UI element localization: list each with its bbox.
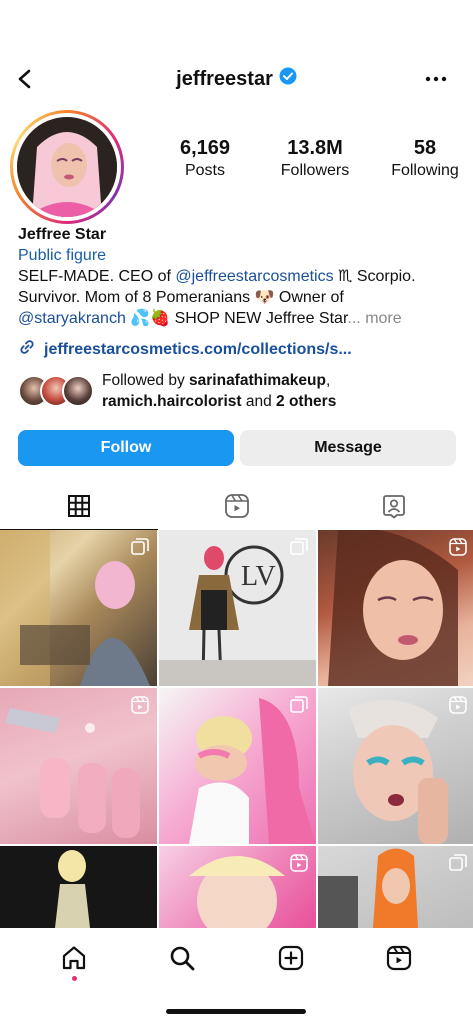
carousel-icon (290, 696, 308, 714)
tagged-icon (381, 493, 407, 524)
carousel-icon (131, 538, 149, 556)
bio-line-3: @staryakranch 💦🍓 SHOP NEW Jeffree Star..… (18, 310, 402, 327)
reels-icon (449, 538, 467, 556)
nav-reels[interactable] (369, 935, 429, 985)
reels-icon (449, 696, 467, 714)
post-thumbnail[interactable] (159, 846, 316, 928)
followed-by[interactable]: Followed by sarinafathimakeup, ramich.hai… (18, 370, 458, 412)
search-icon (168, 944, 196, 977)
bottom-nav (0, 928, 473, 992)
create-icon (277, 944, 305, 977)
reels-icon (290, 854, 308, 872)
nav-home[interactable] (44, 935, 104, 985)
notification-dot (72, 976, 78, 981)
followers-label: Followers (280, 162, 350, 179)
post-thumbnail[interactable] (318, 846, 473, 928)
tab-posts[interactable] (0, 488, 158, 530)
post-thumbnail[interactable] (0, 530, 157, 686)
home-indicator (166, 1009, 306, 1014)
carousel-icon (449, 854, 467, 872)
profile-stats: 6,169 Posts 13.8M Followers 58 Following (170, 137, 460, 180)
posts-label: Posts (184, 162, 225, 179)
post-thumbnail[interactable] (0, 846, 157, 928)
website-url: jeffreestarcosmetics.com/collections/s..… (44, 340, 352, 358)
home-icon (60, 944, 88, 977)
tab-tagged[interactable] (315, 488, 473, 528)
svg-text:LV: LV (241, 561, 276, 592)
website-link[interactable]: jeffreestarcosmetics.com/collections/s..… (18, 338, 352, 361)
display-name: Jeffree Star (18, 226, 107, 243)
bio-line-2: Survivor. Mom of 8 Pomeranians 🐶 Owner o… (18, 289, 344, 306)
following-stat[interactable]: 58 Following (390, 137, 460, 180)
mutual-avatars (18, 373, 94, 409)
follow-button[interactable]: Follow (18, 430, 234, 466)
following-label: Following (391, 162, 459, 179)
post-thumbnail[interactable] (318, 530, 473, 686)
profile-tabs (0, 488, 473, 530)
post-thumbnail[interactable] (159, 688, 316, 844)
reels-icon (224, 493, 250, 524)
followers-stat[interactable]: 13.8M Followers (280, 137, 350, 180)
carousel-icon (290, 538, 308, 556)
followed-by-text: Followed by sarinafathimakeup, ramich.hai… (102, 372, 337, 410)
following-count: 58 (413, 137, 437, 159)
more-button[interactable]: more (365, 310, 401, 327)
followers-count: 13.8M (287, 137, 343, 159)
category-label: Public figure (18, 247, 107, 264)
avatar-image (17, 117, 117, 217)
profile-avatar[interactable] (10, 110, 124, 224)
tab-reels[interactable] (158, 488, 316, 528)
reels-icon (385, 944, 413, 977)
top-bar: jeffreestar (0, 0, 473, 112)
link-icon (18, 338, 36, 361)
post-thumbnail[interactable] (318, 688, 473, 844)
mention-link[interactable]: @jeffreestarcosmetics (175, 268, 333, 285)
bio-line-1: SELF-MADE. CEO of @jeffreestarcosmetics … (18, 268, 416, 285)
post-thumbnail[interactable] (0, 688, 157, 844)
verified-icon (279, 67, 297, 91)
message-button[interactable]: Message (240, 430, 456, 466)
posts-stat[interactable]: 6,169 Posts (170, 137, 240, 180)
posts-grid-icon (67, 494, 91, 523)
more-options-icon[interactable] (421, 64, 451, 94)
post-thumbnail[interactable]: LV (159, 530, 316, 686)
posts-count: 6,169 (179, 137, 231, 159)
nav-create[interactable] (261, 935, 321, 985)
mention-link[interactable]: @staryakranch (18, 310, 126, 327)
posts-grid: LV (0, 530, 473, 928)
username-text: jeffreestar (176, 67, 273, 90)
reels-icon (131, 696, 149, 714)
avatar (62, 375, 94, 407)
profile-username: jeffreestar (0, 67, 473, 91)
profile-bio: Jeffree Star Public figure SELF-MADE. CE… (18, 224, 458, 329)
nav-search[interactable] (152, 935, 212, 985)
